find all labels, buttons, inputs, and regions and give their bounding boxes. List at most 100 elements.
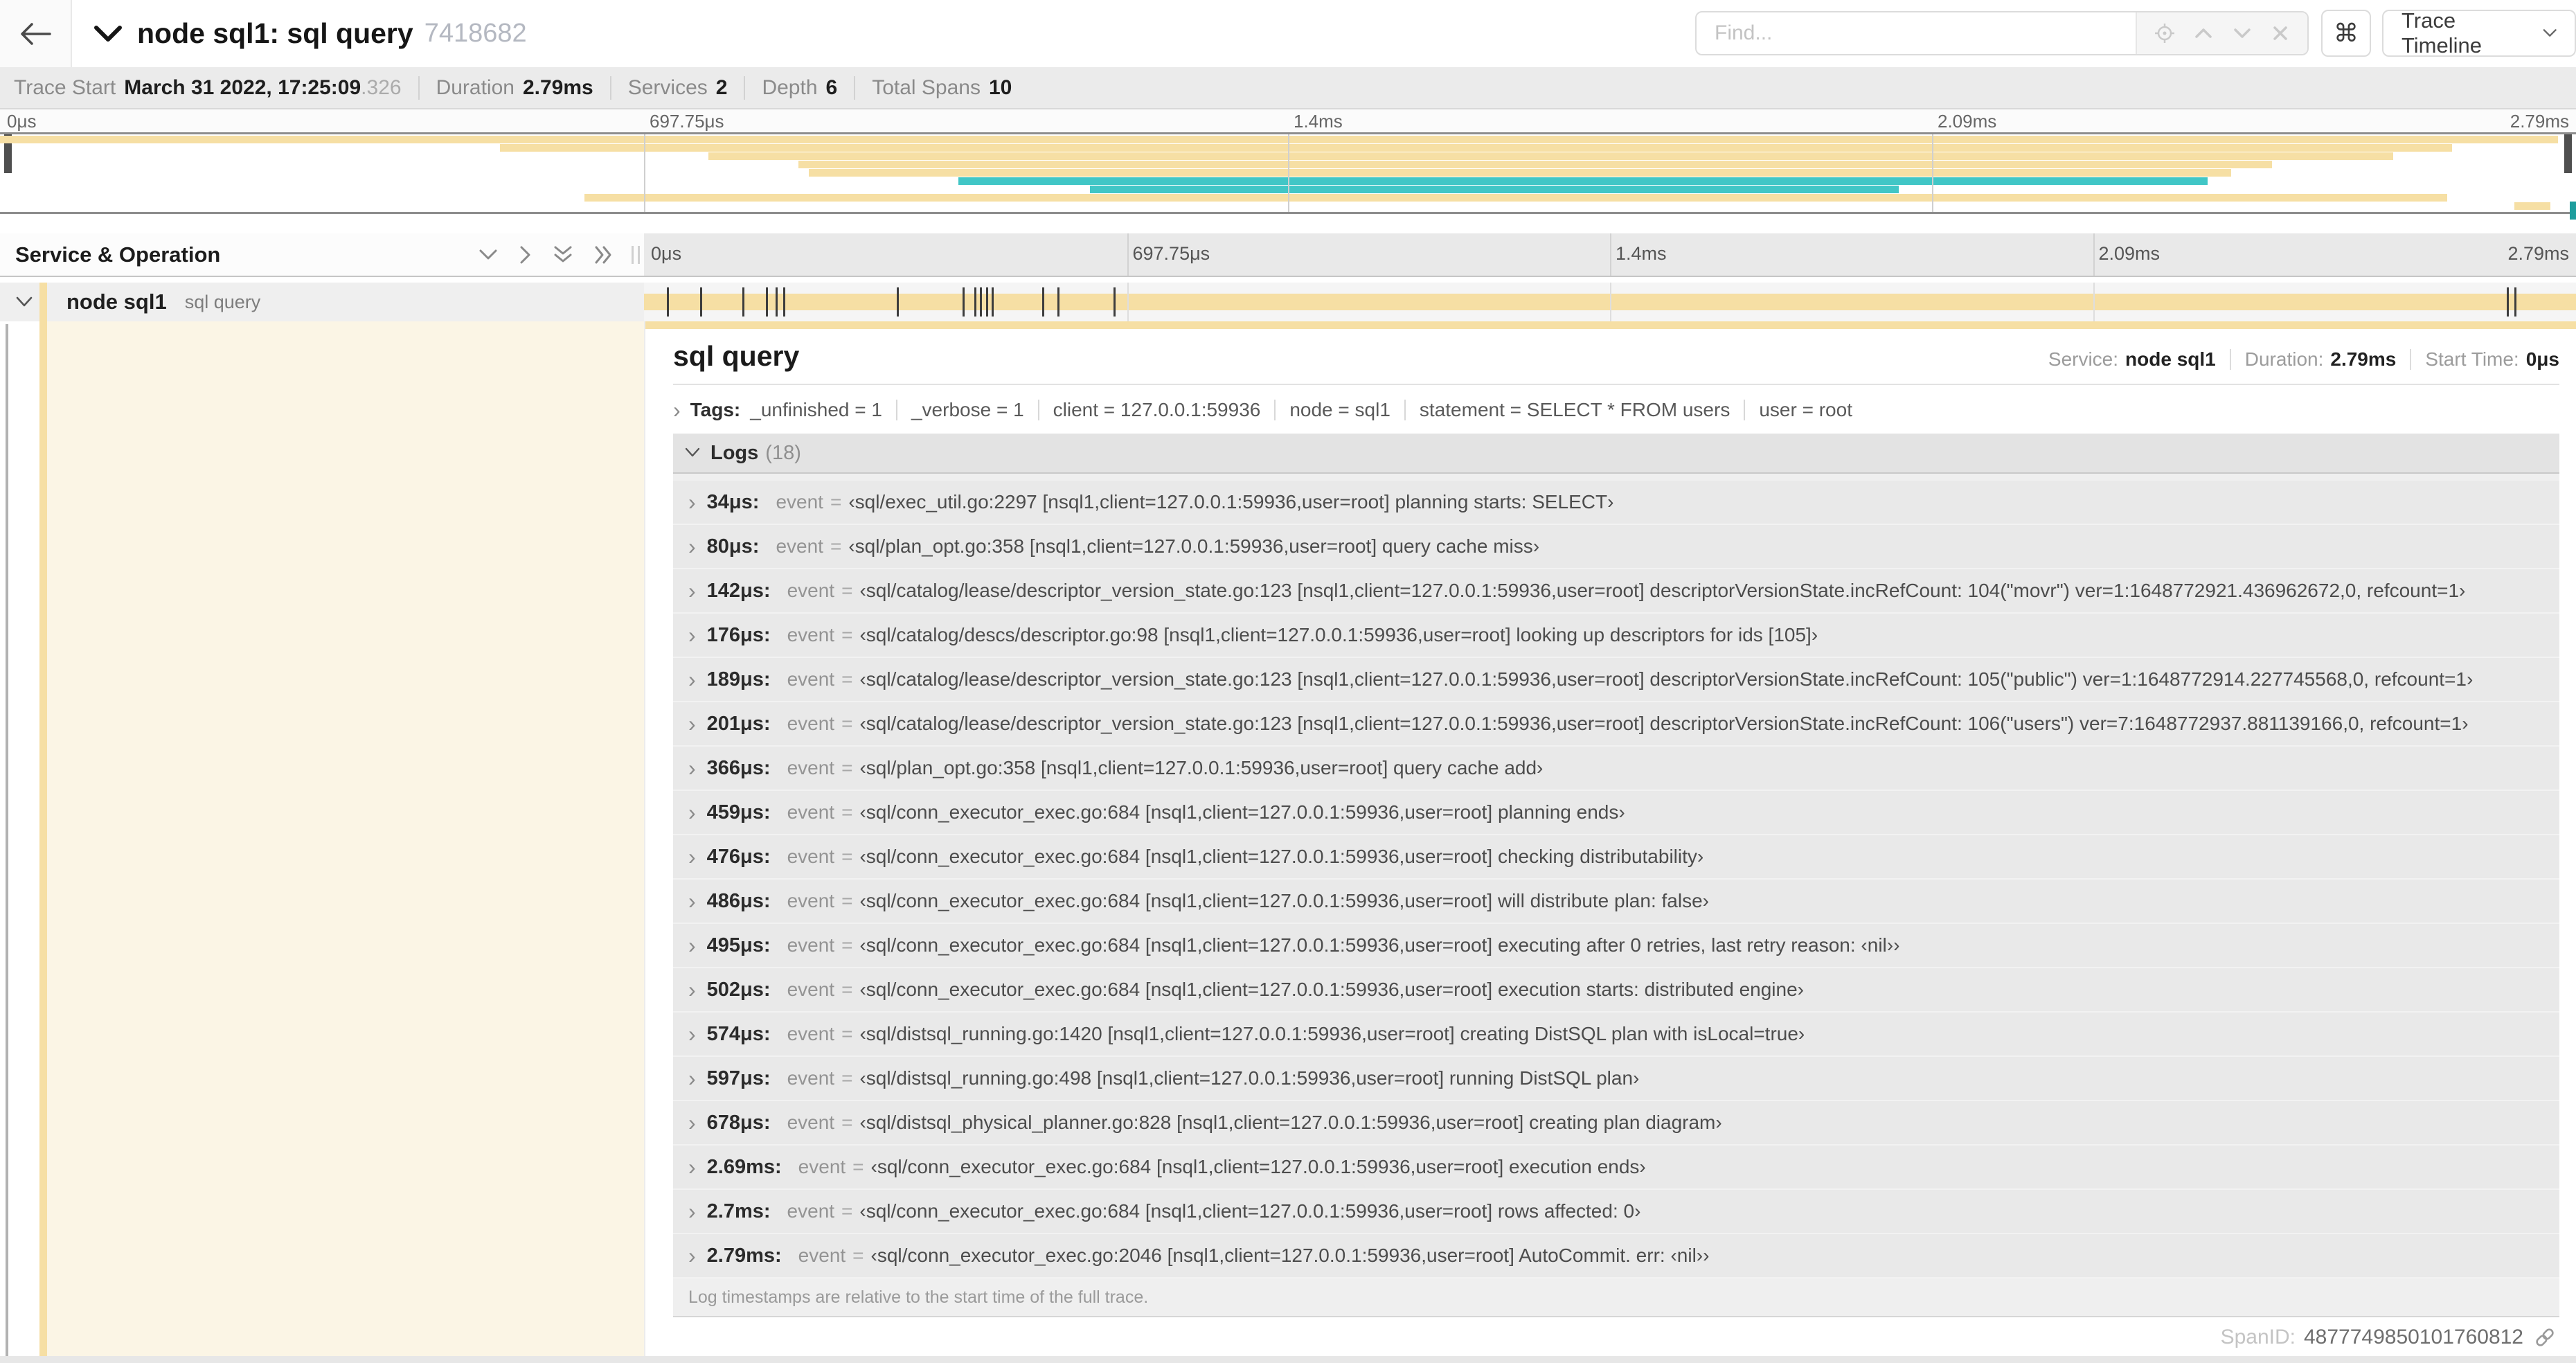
ruler-gridline bbox=[1610, 283, 1611, 321]
chevron-down-icon[interactable] bbox=[15, 296, 33, 308]
log-marker[interactable] bbox=[667, 287, 670, 317]
log-field-value: ‹sql/catalog/lease/descriptor_version_st… bbox=[859, 668, 2474, 690]
log-row[interactable]: › 2.7ms: event = ‹sql/conn_executor_exec.go:… bbox=[673, 1190, 2559, 1234]
timeline-column-headers: Service & Operation 0μs 697.75μs 1.4ms 2.09… bbox=[0, 233, 2576, 277]
column-resize-handle[interactable] bbox=[632, 245, 640, 264]
ruler-gridline bbox=[1932, 134, 1933, 212]
log-row[interactable]: › 176μs: event = ‹sql/catalog/descs/descript… bbox=[673, 614, 2559, 658]
log-marker[interactable] bbox=[963, 287, 965, 317]
tag-item: user = root bbox=[1759, 399, 1852, 420]
log-row[interactable]: › 495μs: event = ‹sql/conn_executor_exec.go:… bbox=[673, 924, 2559, 968]
log-timestamp: 176μs: bbox=[706, 623, 771, 646]
minimap-span bbox=[499, 144, 2453, 152]
log-field-key: event bbox=[787, 713, 835, 734]
locate-icon[interactable] bbox=[2154, 22, 2176, 44]
minimap-right-drag-handle[interactable] bbox=[2564, 134, 2572, 173]
log-row[interactable]: › 366μs: event = ‹sql/plan_opt.go:358 [nsql1… bbox=[673, 747, 2559, 791]
log-marker[interactable] bbox=[992, 287, 994, 317]
log-row[interactable]: › 476μs: event = ‹sql/conn_executor_exec.go:… bbox=[673, 835, 2559, 880]
log-row[interactable]: › 189μs: event = ‹sql/catalog/lease/descript… bbox=[673, 658, 2559, 702]
log-row[interactable]: › 459μs: event = ‹sql/conn_executor_exec.go:… bbox=[673, 791, 2559, 835]
trace-view-dropdown[interactable]: Trace Timeline bbox=[2382, 8, 2576, 57]
bottom-edge bbox=[0, 1356, 2576, 1363]
log-field-value: ‹sql/conn_executor_exec.go:684 [nsql1,cl… bbox=[859, 979, 1804, 1000]
link-icon[interactable] bbox=[2533, 1326, 2557, 1349]
trace-title-group[interactable]: node sql1: sql query 7418682 bbox=[94, 0, 527, 67]
log-row[interactable]: › 502μs: event = ‹sql/conn_executor_exec.go:… bbox=[673, 968, 2559, 1013]
page-title: node sql1: sql query bbox=[137, 17, 413, 49]
find-input[interactable] bbox=[1697, 12, 2136, 54]
log-field-key: event bbox=[787, 890, 835, 911]
chevron-right-icon: › bbox=[688, 1155, 696, 1179]
minimap-time-labels: 0μs 697.75μs 1.4ms 2.09ms 2.79ms bbox=[0, 109, 2576, 132]
equals-sign: = bbox=[830, 535, 842, 557]
total-spans-value: 10 bbox=[988, 75, 1012, 99]
log-marker[interactable] bbox=[1113, 287, 1116, 317]
log-marker[interactable] bbox=[742, 287, 745, 317]
log-marker[interactable] bbox=[765, 287, 768, 317]
log-marker[interactable] bbox=[699, 287, 702, 317]
log-marker[interactable] bbox=[782, 287, 785, 317]
log-row[interactable]: › 678μs: event = ‹sql/distsql_physical_plann… bbox=[673, 1101, 2559, 1146]
chevron-down-icon[interactable] bbox=[2231, 22, 2253, 44]
collapse-all-icon[interactable] bbox=[553, 244, 573, 266]
duration-value: 2.79ms bbox=[522, 75, 593, 99]
log-row[interactable]: › 142μs: event = ‹sql/catalog/lease/descript… bbox=[673, 569, 2559, 614]
equals-sign: = bbox=[841, 1067, 853, 1089]
log-timestamp: 574μs: bbox=[706, 1022, 771, 1045]
equals-sign: = bbox=[841, 1112, 853, 1133]
chevron-up-icon[interactable] bbox=[2192, 22, 2215, 44]
log-row[interactable]: › 2.79ms: event = ‹sql/conn_executor_exec.go… bbox=[673, 1234, 2559, 1279]
span-detail-panel: sql query Service: node sql1 Duration: 2… bbox=[644, 321, 2576, 1356]
span-row: node sql1 sql query bbox=[0, 283, 2576, 321]
chevron-right-icon: › bbox=[688, 623, 696, 648]
log-marker[interactable] bbox=[2506, 287, 2509, 317]
span-color-accent bbox=[39, 283, 47, 321]
logs-accordion-header[interactable]: Logs (18) bbox=[673, 434, 2559, 474]
chevron-right-icon: › bbox=[688, 977, 696, 1002]
span-operation-name: sql query bbox=[184, 291, 261, 312]
log-row[interactable]: › 201μs: event = ‹sql/catalog/lease/descript… bbox=[673, 702, 2559, 747]
chevron-right-icon: › bbox=[688, 578, 696, 603]
equals-sign: = bbox=[841, 801, 853, 823]
span-row-name-cell[interactable]: node sql1 sql query bbox=[0, 283, 644, 321]
log-row[interactable]: › 486μs: event = ‹sql/conn_executor_exec.go:… bbox=[673, 880, 2559, 924]
span-service-name: node sql1 bbox=[66, 289, 167, 314]
log-field-key: event bbox=[787, 668, 835, 690]
chevron-down-icon bbox=[2543, 29, 2557, 37]
log-row[interactable]: › 80μs: event = ‹sql/plan_opt.go:358 [nsql1,… bbox=[673, 525, 2559, 569]
log-row[interactable]: › 597μs: event = ‹sql/distsql_running.go:498… bbox=[673, 1057, 2559, 1101]
log-marker[interactable] bbox=[897, 287, 900, 317]
log-field-value: ‹sql/catalog/lease/descriptor_version_st… bbox=[859, 580, 2466, 601]
vertical-scrollbar[interactable] bbox=[6, 324, 8, 1356]
close-icon[interactable] bbox=[2270, 23, 2291, 44]
log-row[interactable]: › 34μs: event = ‹sql/exec_util.go:2297 [nsql… bbox=[673, 481, 2559, 525]
ruler-tick-label: 1.4ms bbox=[1616, 243, 1667, 264]
back-button[interactable] bbox=[0, 0, 72, 67]
logs-footnote: Log timestamps are relative to the start… bbox=[688, 1287, 1149, 1307]
trace-minimap[interactable] bbox=[0, 132, 2576, 214]
log-marker[interactable] bbox=[985, 287, 988, 317]
chevron-right-icon: › bbox=[673, 398, 681, 422]
log-row[interactable]: › 574μs: event = ‹sql/distsql_running.go:142… bbox=[673, 1013, 2559, 1057]
trace-start-value: March 31 2022, 17:25:09 bbox=[124, 75, 361, 99]
log-row[interactable]: › 2.69ms: event = ‹sql/conn_executor_exec.go… bbox=[673, 1146, 2559, 1190]
log-marker[interactable] bbox=[775, 287, 778, 317]
ruler-tick-label: 2.09ms bbox=[2098, 243, 2161, 264]
log-marker[interactable] bbox=[980, 287, 983, 317]
expand-one-icon[interactable] bbox=[518, 244, 533, 265]
ruler-gridline bbox=[1127, 283, 1129, 321]
log-marker[interactable] bbox=[974, 287, 977, 317]
tags-accordion[interactable]: › Tags: _unfinished = 1 _verbose = 1 clien… bbox=[673, 399, 2559, 421]
find-tools bbox=[2136, 12, 2307, 54]
log-marker[interactable] bbox=[1041, 287, 1044, 317]
chevron-right-icon: › bbox=[688, 1022, 696, 1046]
log-field-value: ‹sql/catalog/lease/descriptor_version_st… bbox=[859, 713, 2469, 734]
keyboard-shortcuts-button[interactable]: ⌘ bbox=[2321, 10, 2371, 57]
log-marker[interactable] bbox=[2514, 287, 2516, 317]
tag-item: _unfinished = 1 bbox=[750, 399, 882, 420]
collapse-one-icon[interactable] bbox=[478, 246, 499, 264]
command-icon: ⌘ bbox=[2334, 19, 2359, 47]
log-marker[interactable] bbox=[1057, 287, 1060, 317]
expand-all-icon[interactable] bbox=[593, 244, 615, 265]
